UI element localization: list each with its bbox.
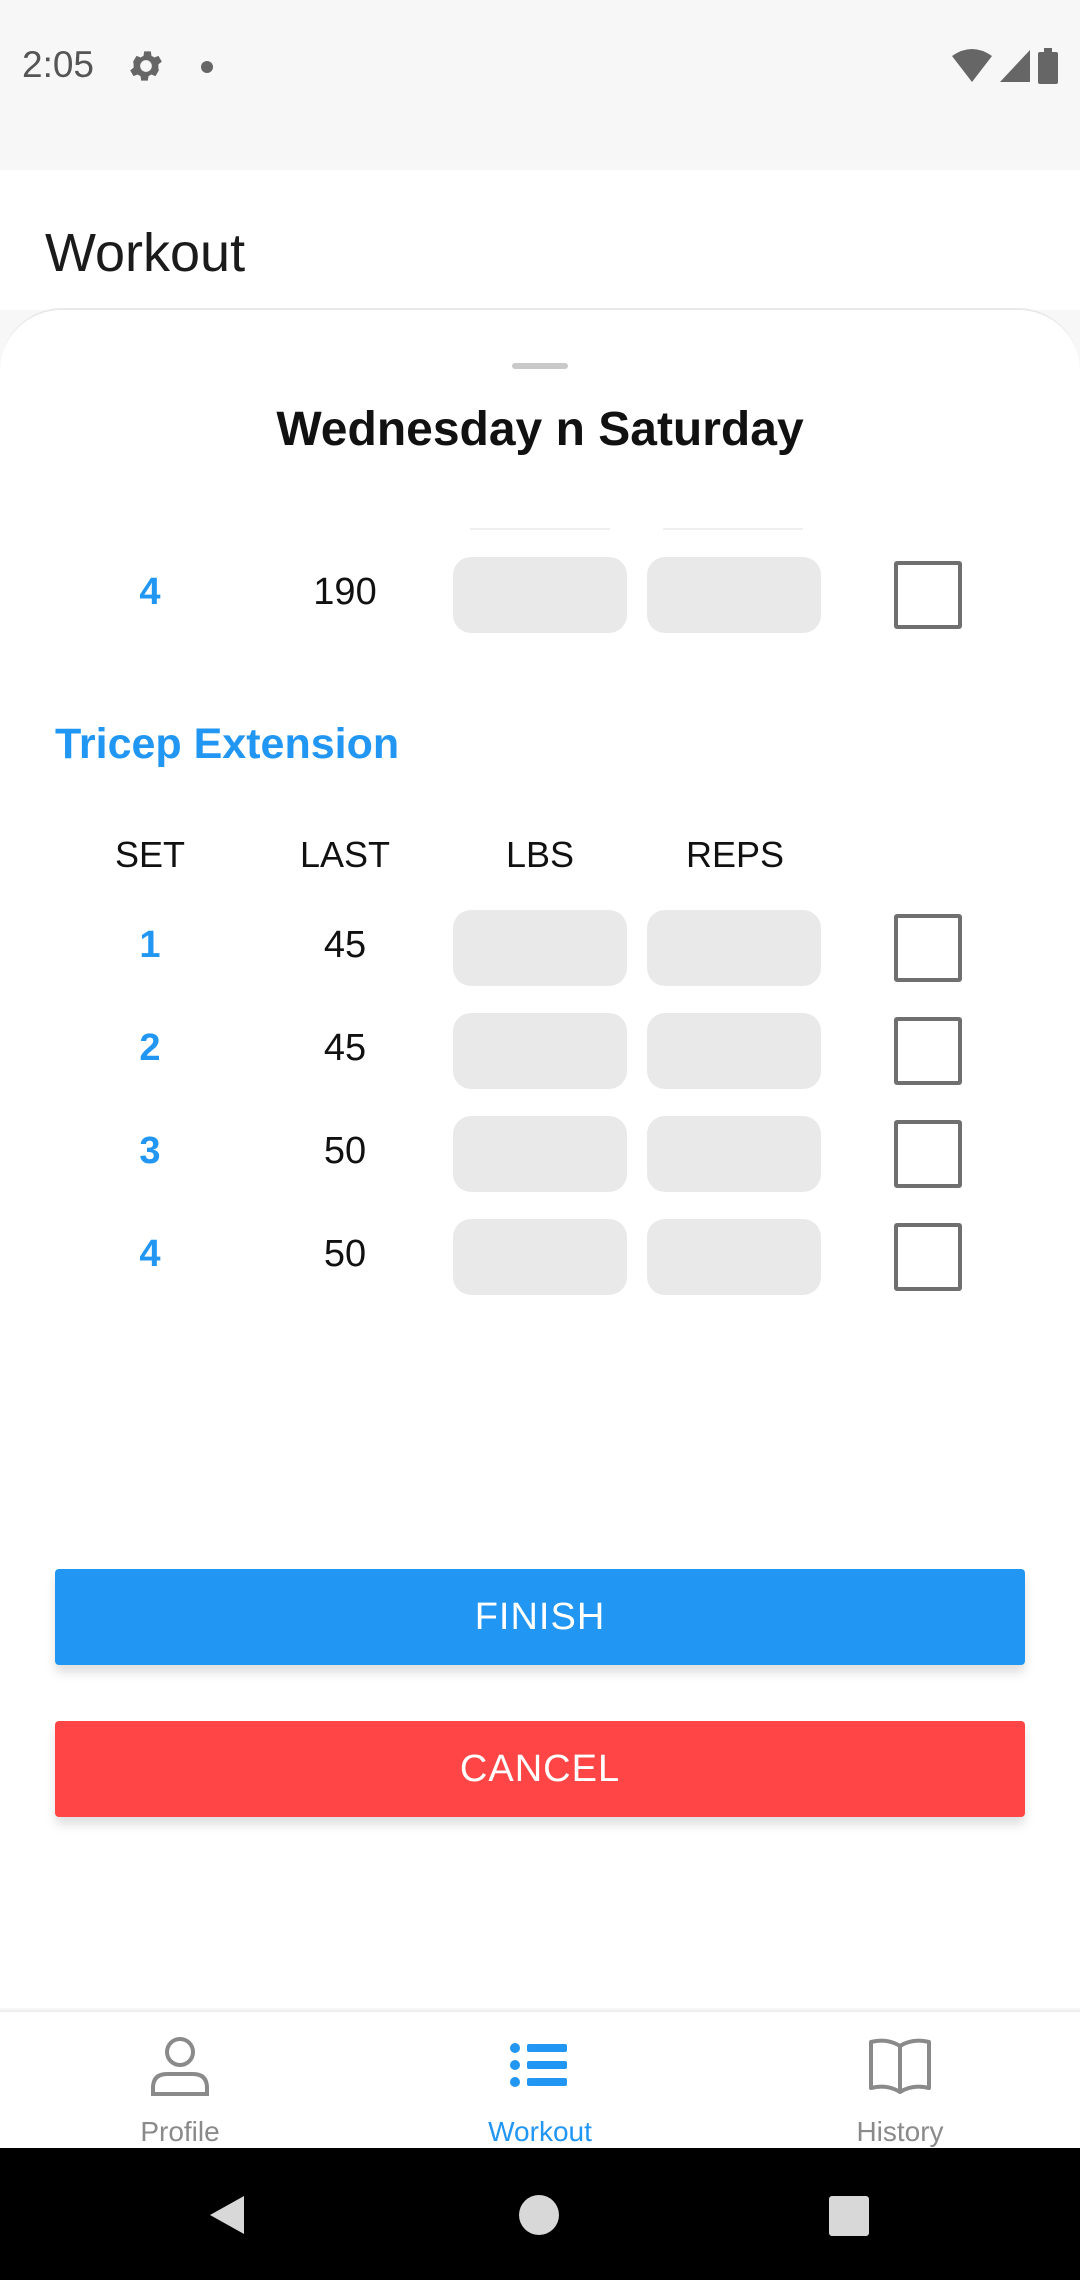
lbs-input[interactable] (453, 1116, 627, 1192)
set-number[interactable]: 2 (110, 1027, 190, 1070)
lbs-input[interactable] (453, 1013, 627, 1089)
table-row: 1 45 (0, 910, 1080, 986)
nav-item-history[interactable]: History (720, 2012, 1080, 2150)
reps-input[interactable] (647, 1116, 821, 1192)
recents-icon[interactable] (829, 2196, 869, 2236)
status-time: 2:05 (22, 44, 95, 85)
system-navigation-bar (0, 2148, 1080, 2280)
workout-title: Wednesday n Saturday (276, 403, 804, 456)
notification-dot-icon (201, 61, 213, 73)
last-value: 190 (313, 571, 377, 613)
status-bar: 2:05 (0, 0, 1080, 170)
lbs-input[interactable] (453, 910, 627, 986)
status-indicators (952, 48, 1058, 84)
set-number[interactable]: 1 (110, 924, 190, 967)
settings-gear-icon (130, 51, 162, 81)
table-row: 2 45 (0, 1013, 1080, 1089)
column-header-set: SET (114, 834, 185, 875)
wifi-icon (952, 49, 992, 82)
table-row: 3 50 (0, 1116, 1080, 1192)
nav-label-workout: Workout (488, 2116, 592, 2147)
bottom-navigation: Profile Workout History (0, 2010, 1080, 2148)
last-value: 50 (323, 1130, 367, 1172)
column-header-last: LAST (299, 834, 391, 875)
reps-input[interactable] (647, 557, 821, 633)
column-header-reps: REPS (685, 834, 785, 875)
table-row: 4 50 (0, 1219, 1080, 1295)
set-complete-checkbox[interactable] (894, 1120, 962, 1188)
person-icon (151, 2037, 209, 2096)
last-value: 50 (323, 1233, 367, 1275)
reps-input[interactable] (647, 910, 821, 986)
exercise-name[interactable]: Tricep Extension (55, 720, 399, 769)
book-icon (869, 2038, 931, 2094)
finish-button[interactable]: FINISH (55, 1569, 1025, 1665)
battery-icon (1038, 48, 1058, 84)
set-complete-checkbox[interactable] (894, 561, 962, 629)
home-icon[interactable] (518, 2194, 560, 2236)
set-number[interactable]: 3 (110, 1130, 190, 1173)
reps-input[interactable] (647, 1013, 821, 1089)
reps-input[interactable] (647, 1219, 821, 1295)
list-icon (510, 2043, 567, 2087)
cell-signal-icon (1000, 50, 1030, 82)
column-header-lbs: LBS (505, 834, 575, 875)
nav-item-profile[interactable]: Profile (0, 2012, 360, 2150)
set-number[interactable]: 4 (110, 571, 190, 614)
last-value: 45 (323, 924, 367, 966)
set-complete-checkbox[interactable] (894, 914, 962, 982)
table-row: 4 190 (0, 557, 1080, 633)
nav-label-history: History (856, 2116, 944, 2147)
drag-handle[interactable] (512, 363, 568, 369)
back-icon[interactable] (204, 2192, 250, 2238)
table-header: SET LAST LBS REPS (0, 834, 1080, 884)
page-title: Workout (45, 223, 246, 283)
divider (663, 528, 803, 530)
divider (470, 528, 610, 530)
lbs-input[interactable] (453, 1219, 627, 1295)
set-complete-checkbox[interactable] (894, 1017, 962, 1085)
nav-item-workout[interactable]: Workout (360, 2012, 720, 2150)
nav-label-profile: Profile (140, 2116, 220, 2147)
last-value: 45 (323, 1027, 367, 1069)
cancel-button[interactable]: CANCEL (55, 1721, 1025, 1817)
set-number[interactable]: 4 (110, 1233, 190, 1276)
app-header: Workout (0, 170, 1080, 310)
lbs-input[interactable] (453, 557, 627, 633)
set-complete-checkbox[interactable] (894, 1223, 962, 1291)
